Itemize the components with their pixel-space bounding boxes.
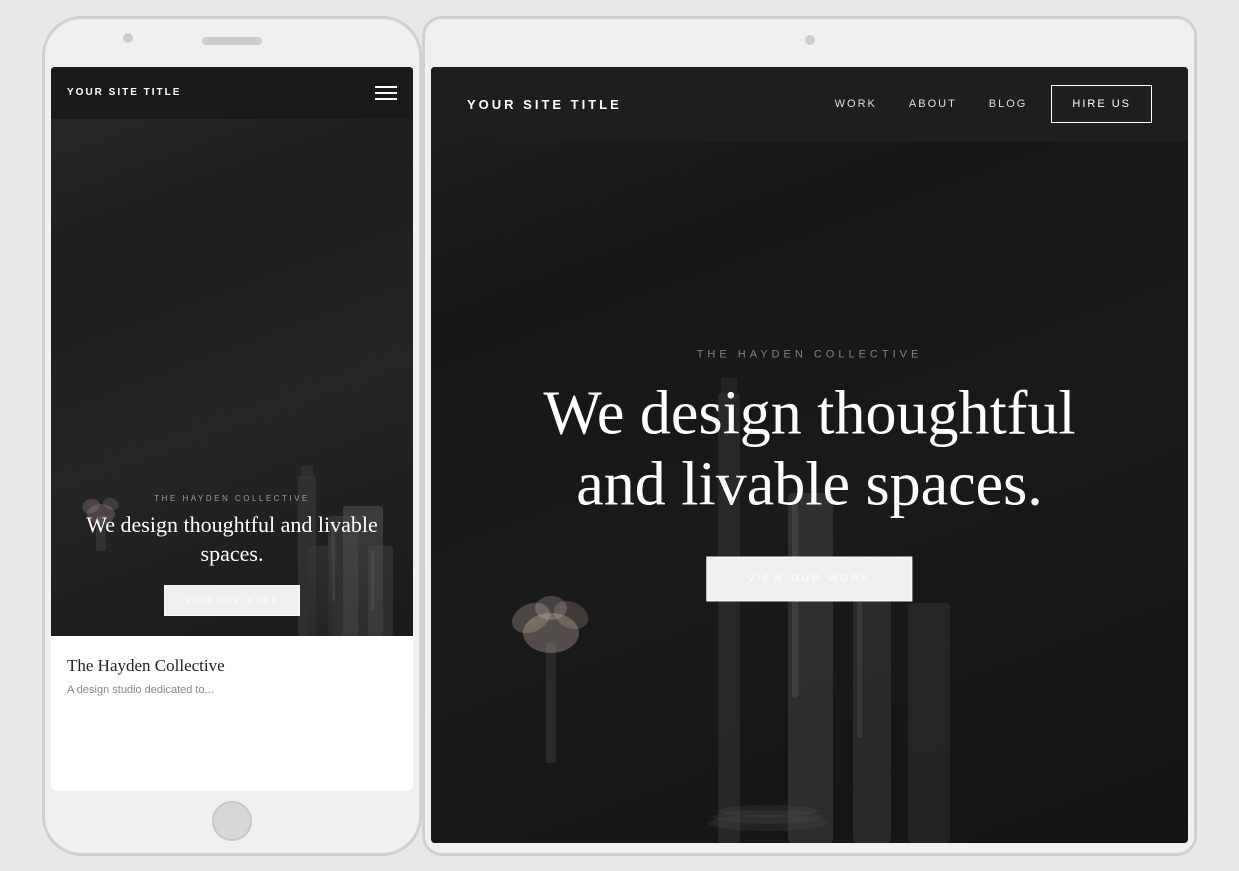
mobile-screen: YOUR SITE TITLE bbox=[51, 67, 413, 791]
desktop-subtitle: THE HAYDEN COLLECTIVE bbox=[469, 348, 1150, 360]
desktop-screen: YOUR SITE TITLE WORK ABOUT BLOG HIRE US … bbox=[431, 67, 1188, 843]
nav-about[interactable]: ABOUT bbox=[909, 98, 957, 110]
mobile-device: YOUR SITE TITLE bbox=[42, 16, 422, 856]
mobile-bottom-title: The Hayden Collective bbox=[67, 656, 397, 676]
mobile-headline: We design thoughtful and livable spaces. bbox=[71, 511, 393, 568]
mobile-hero-content: THE HAYDEN COLLECTIVE We design thoughtf… bbox=[51, 494, 413, 615]
mobile-site-title: YOUR SITE TITLE bbox=[67, 87, 181, 98]
nav-work[interactable]: WORK bbox=[835, 98, 877, 110]
nav-blog[interactable]: BLOG bbox=[989, 98, 1028, 110]
hamburger-icon[interactable] bbox=[375, 86, 397, 100]
mobile-topbar: YOUR SITE TITLE bbox=[51, 67, 413, 119]
desktop-site-title: YOUR SITE TITLE bbox=[467, 97, 835, 112]
mobile-bottom-section: The Hayden Collective A design studio de… bbox=[51, 636, 413, 791]
desktop-headline: We design thoughtful and livable spaces. bbox=[469, 378, 1150, 521]
desktop-nav: WORK ABOUT BLOG bbox=[835, 98, 1028, 110]
mobile-subtitle: THE HAYDEN COLLECTIVE bbox=[71, 494, 393, 503]
desktop-cta-button[interactable]: VIEW OUR WORK bbox=[707, 557, 912, 602]
desktop-camera-dot bbox=[805, 35, 815, 45]
mobile-cta-button[interactable]: VIEW OUR WORK bbox=[164, 585, 300, 616]
desktop-hero-content: THE HAYDEN COLLECTIVE We design thoughtf… bbox=[469, 348, 1150, 602]
hire-us-button[interactable]: HIRE US bbox=[1051, 85, 1152, 123]
mobile-bottom-text: A design studio dedicated to... bbox=[67, 682, 397, 699]
speaker-bar bbox=[202, 37, 262, 45]
desktop-device: YOUR SITE TITLE WORK ABOUT BLOG HIRE US … bbox=[422, 16, 1197, 856]
desktop-navbar: YOUR SITE TITLE WORK ABOUT BLOG HIRE US bbox=[431, 67, 1188, 142]
desktop-hero: YOUR SITE TITLE WORK ABOUT BLOG HIRE US … bbox=[431, 67, 1188, 843]
home-button[interactable] bbox=[212, 801, 252, 841]
camera-dot bbox=[123, 33, 133, 43]
mobile-hero: THE HAYDEN COLLECTIVE We design thoughtf… bbox=[51, 67, 413, 636]
